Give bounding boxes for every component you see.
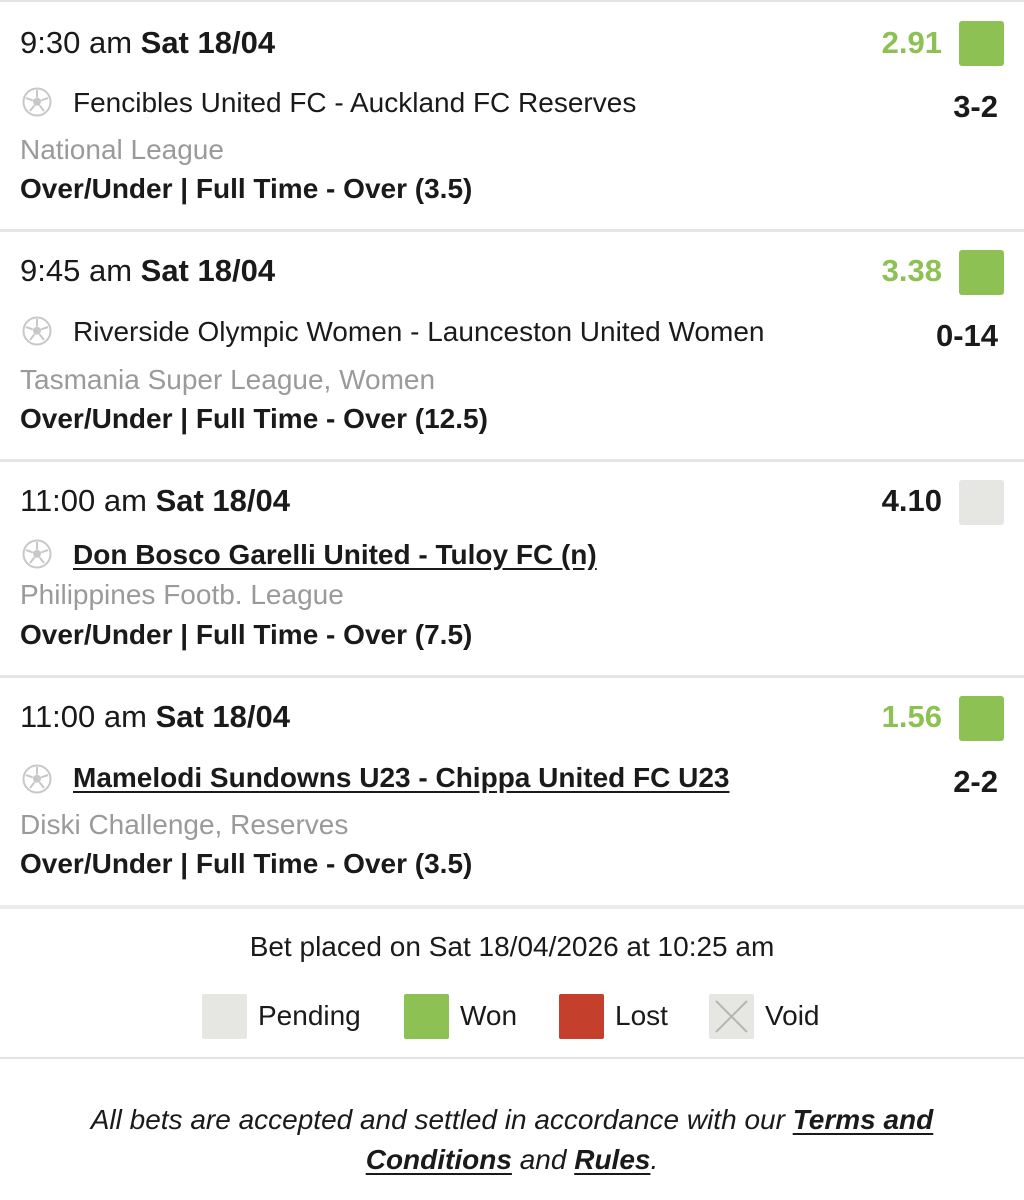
legend-label: Won: [460, 1000, 518, 1031]
league-name: National League: [20, 134, 224, 165]
bet-odds: 4.10: [881, 483, 942, 518]
bet-row: 11:00 am Sat 18/04 1.56 Mamelodi Sundown…: [0, 678, 1024, 905]
match-name: Fencibles United FC - Auckland FC Reserv…: [73, 87, 637, 118]
bet-date: Sat 18/04: [155, 483, 291, 518]
bet-row: 9:45 am Sat 18/04 3.38 Riverside Olympic…: [0, 232, 1024, 462]
section-divider: [0, 905, 1024, 909]
bet-row: 11:00 am Sat 18/04 4.10 Don Bosco Garell…: [0, 462, 1024, 678]
disclaimer-text: and: [519, 1144, 567, 1175]
bet-datetime: 11:00 am Sat 18/04: [20, 699, 290, 735]
league-name: Philippines Footb. League: [20, 579, 344, 610]
bet-market: Over/Under | Full Time - Over (7.5): [20, 619, 473, 650]
lost-swatch: [559, 994, 604, 1039]
status-won-indicator: [959, 250, 1004, 295]
bet-odds: 1.56: [881, 699, 942, 734]
legend-label: Pending: [258, 1000, 361, 1031]
match-name: Riverside Olympic Women - Launceston Uni…: [73, 316, 765, 347]
disclaimer-text: All bets are accepted and settled in acc…: [90, 1104, 785, 1135]
bet-datetime: 9:30 am Sat 18/04: [20, 25, 275, 61]
bet-placed-info: Bet placed on Sat 18/04/2026 at 10:25 am: [249, 931, 775, 962]
cross-icon: [715, 1000, 748, 1033]
bet-time: 9:45 am: [20, 253, 133, 288]
bet-date: Sat 18/04: [140, 25, 276, 60]
bet-time: 11:00 am: [20, 483, 147, 518]
legend-label: Lost: [615, 1000, 668, 1031]
bet-date: Sat 18/04: [155, 699, 291, 734]
bet-market: Over/Under | Full Time - Over (3.5): [20, 848, 473, 879]
terms-disclaimer: All bets are accepted and settled in acc…: [50, 1100, 974, 1180]
legend-label: Void: [765, 1000, 820, 1031]
match-link[interactable]: Don Bosco Garelli United - Tuloy FC (n): [73, 538, 597, 572]
bet-market: Over/Under | Full Time - Over (3.5): [20, 173, 473, 204]
soccer-ball-icon: [22, 764, 52, 794]
bet-datetime: 11:00 am Sat 18/04: [20, 483, 290, 519]
bet-odds: 3.38: [881, 253, 942, 288]
pending-swatch: [202, 994, 247, 1039]
soccer-ball-icon: [22, 87, 52, 117]
bet-odds: 2.91: [881, 25, 942, 60]
bet-market: Over/Under | Full Time - Over (12.5): [20, 403, 488, 434]
match-score: 2-2: [953, 764, 998, 799]
match-score: 3-2: [953, 89, 998, 124]
status-won-indicator: [959, 21, 1004, 66]
status-won-indicator: [959, 696, 1004, 741]
status-legend: Pending Won Lost Void: [0, 994, 1024, 1040]
bet-row: 9:30 am Sat 18/04 2.91 Fencibles United …: [0, 2, 1024, 232]
status-pending-indicator: [959, 480, 1004, 525]
league-name: Diski Challenge, Reserves: [20, 809, 349, 840]
disclaimer-period: .: [650, 1144, 659, 1175]
bet-datetime: 9:45 am Sat 18/04: [20, 253, 275, 289]
match-score: 0-14: [935, 318, 998, 353]
void-swatch: [709, 994, 754, 1039]
won-swatch: [404, 994, 449, 1039]
match-link[interactable]: Mamelodi Sundowns U23 - Chippa United FC…: [73, 761, 730, 795]
footer-divider: [0, 1057, 1024, 1059]
soccer-ball-icon: [22, 539, 52, 569]
bet-date: Sat 18/04: [140, 253, 276, 288]
rules-link[interactable]: Rules: [574, 1144, 650, 1175]
soccer-ball-icon: [22, 316, 52, 346]
league-name: Tasmania Super League, Women: [20, 364, 436, 395]
bet-time: 9:30 am: [20, 25, 133, 60]
bet-time: 11:00 am: [20, 699, 147, 734]
